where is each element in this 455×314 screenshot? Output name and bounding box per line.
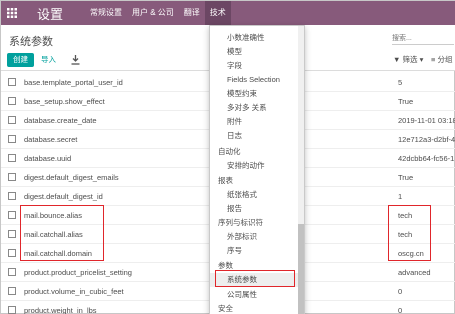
row-key: digest.default_digest_emails <box>24 173 119 182</box>
dropdown-section-header: 序列与标识符 <box>218 218 263 227</box>
dropdown-item[interactable]: 模型约束 <box>210 87 300 101</box>
filter-button[interactable]: ▼ 筛选 ▾ <box>393 54 423 65</box>
breadcrumb: 系统参数 <box>9 36 53 48</box>
row-value: 12e712a3-d2bf-4 <box>398 135 455 144</box>
row-checkbox[interactable] <box>8 173 16 181</box>
dropdown-item[interactable]: Fields Selection <box>210 73 300 87</box>
row-key: database.secret <box>24 135 78 144</box>
row-checkbox[interactable] <box>8 97 16 105</box>
menu-technical[interactable]: 技术 <box>204 1 231 25</box>
row-value: 0 <box>398 287 403 296</box>
row-checkbox[interactable] <box>8 211 16 219</box>
menu-general-settings[interactable]: 常规设置 <box>85 1 127 25</box>
row-value: 0 <box>398 306 403 314</box>
dropdown-item[interactable]: 报告 <box>210 202 300 216</box>
dropdown-item[interactable]: 小数准确性 <box>210 31 300 45</box>
dropdown-item[interactable]: 外部标识 <box>210 230 300 244</box>
dropdown-item[interactable]: 纸张格式 <box>210 188 300 202</box>
apps-menu-icon[interactable] <box>1 1 23 25</box>
create-button[interactable]: 创建 <box>7 53 34 67</box>
row-key: base.template_portal_user_id <box>24 78 123 87</box>
row-checkbox[interactable] <box>8 287 16 295</box>
dropdown-item[interactable]: 字段 <box>210 59 300 73</box>
row-key: product.product_pricelist_setting <box>24 268 132 277</box>
dropdown-item[interactable]: 模型 <box>210 45 300 59</box>
row-key: product.weight_in_lbs <box>24 306 97 314</box>
row-checkbox[interactable] <box>8 154 16 162</box>
row-checkbox[interactable] <box>8 116 16 124</box>
highlight-system-parameters <box>215 270 295 287</box>
highlight-mail-keys <box>20 205 104 261</box>
top-navbar: 设置 常规设置 用户 & 公司 翻译 技术 <box>1 1 455 25</box>
app-title: 设置 <box>37 6 64 22</box>
row-value: 5 <box>398 78 403 87</box>
row-checkbox[interactable] <box>8 192 16 200</box>
group-by-button[interactable]: ≡ 分组 <box>431 54 452 65</box>
row-checkbox[interactable] <box>8 230 16 238</box>
row-key: base_setup.show_effect <box>24 97 105 106</box>
row-value: True <box>398 173 414 182</box>
dropdown-item[interactable]: 安排的动作 <box>210 159 300 173</box>
row-key: database.create_date <box>24 116 97 125</box>
row-checkbox[interactable] <box>8 78 16 86</box>
row-value: 2019-11-01 03:18 <box>398 116 455 125</box>
row-value: 42dcbb64-fc56-1 <box>398 154 455 163</box>
highlight-mail-values <box>388 205 431 261</box>
dropdown-section-header: 安全 <box>218 304 233 313</box>
download-icon[interactable] <box>71 55 80 65</box>
row-value: advanced <box>398 268 431 277</box>
row-key: product.volume_in_cubic_feet <box>24 287 124 296</box>
dropdown-item[interactable]: 附件 <box>210 115 300 129</box>
dropdown-item[interactable]: 日志 <box>210 129 300 143</box>
row-checkbox[interactable] <box>8 306 16 314</box>
row-checkbox[interactable] <box>8 135 16 143</box>
dropdown-scrollbar-thumb[interactable] <box>298 224 304 314</box>
row-value: 1 <box>398 192 403 201</box>
row-key: database.uuid <box>24 154 72 163</box>
row-checkbox[interactable] <box>8 249 16 257</box>
search-input[interactable] <box>392 32 454 45</box>
dropdown-item[interactable]: 序号 <box>210 244 300 258</box>
row-value: True <box>398 97 414 106</box>
dropdown-section-header: 自动化 <box>218 147 241 156</box>
dropdown-section-header: 报表 <box>218 176 233 185</box>
row-checkbox[interactable] <box>8 268 16 276</box>
import-button[interactable]: 导入 <box>41 53 56 67</box>
dropdown-item[interactable]: 公司属性 <box>210 288 300 302</box>
dropdown-item[interactable]: 多对多 关系 <box>210 101 300 115</box>
menu-translations[interactable]: 翻译 <box>179 1 205 25</box>
row-key: digest.default_digest_id <box>24 192 103 201</box>
menu-users-companies[interactable]: 用户 & 公司 <box>127 1 179 25</box>
